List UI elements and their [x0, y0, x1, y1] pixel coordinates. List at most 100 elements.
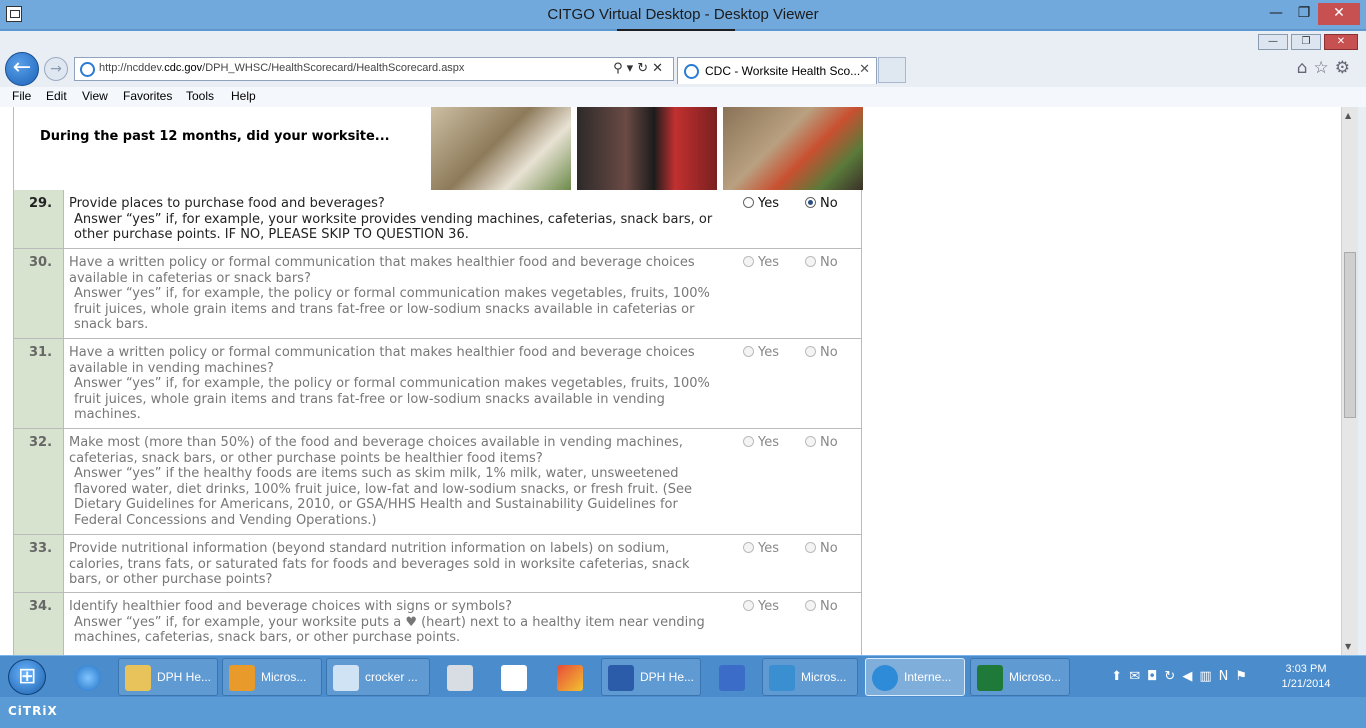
question-30-row: 30. Have a written policy or formal comm… [13, 249, 862, 339]
q31-yes-radio[interactable] [743, 346, 754, 357]
q29-yes-option[interactable]: Yes [743, 196, 779, 211]
question-number: 33. [29, 541, 53, 556]
taskbar-item-notepad[interactable]: crocker ... [326, 658, 430, 696]
q33-no-radio[interactable] [805, 542, 816, 553]
start-button[interactable] [8, 659, 46, 695]
q31-no-radio[interactable] [805, 346, 816, 357]
clock-time: 3:03 PM [1285, 663, 1327, 675]
vertical-scrollbar[interactable]: ▲ ▼ [1341, 107, 1358, 655]
browser-window: — ❐ ✕ ← → http://ncddev.cdc.gov/DPH_WHSC… [0, 31, 1366, 655]
tray-icons: ⬆✉◘↻◀▥N⚑ [1111, 669, 1254, 684]
q34-yes-radio[interactable] [743, 600, 754, 611]
q32-yes-radio[interactable] [743, 436, 754, 447]
mail-icon[interactable]: ✉ [1129, 669, 1147, 684]
clock[interactable]: 3:03 PM 1/21/2014 [1266, 662, 1346, 692]
blank-document-pinned-button[interactable] [492, 658, 534, 696]
search-icon[interactable]: ⚲ [613, 61, 627, 76]
outer-maximize-button[interactable]: ❐ [1290, 3, 1318, 25]
menu-favorites[interactable]: Favorites [123, 89, 172, 103]
q33-no-option[interactable]: No [805, 541, 838, 556]
visio-pinned-button[interactable] [710, 658, 756, 696]
stop-icon[interactable]: ✕ [652, 61, 667, 76]
forward-button[interactable]: → [44, 57, 68, 81]
question-text: Provide places to purchase food and beve… [69, 196, 719, 243]
scroll-thumb[interactable] [1344, 252, 1356, 418]
q29-no-option[interactable]: No [805, 196, 838, 211]
q29-no-radio[interactable] [805, 197, 816, 208]
q30-yes-radio[interactable] [743, 256, 754, 267]
folder-icon [125, 665, 151, 691]
sync-icon[interactable]: ↻ [1164, 669, 1182, 684]
citrix-bar: CiTRiX [0, 697, 1366, 728]
flag-icon[interactable]: ⚑ [1235, 669, 1254, 684]
new-tab-button[interactable] [878, 57, 906, 83]
calculator-pinned-button[interactable] [438, 658, 480, 696]
taskbar-item-internet-explorer[interactable]: Interne... [865, 658, 965, 696]
address-tools[interactable]: ⚲▾↻✕ [613, 61, 667, 76]
question-29-row: 29. Provide places to purchase food and … [13, 190, 862, 249]
outer-window-title: CITGO Virtual Desktop - Desktop Viewer [547, 6, 819, 23]
tab-page-icon [684, 64, 699, 79]
update-icon[interactable]: ⬆ [1111, 669, 1129, 684]
menu-help[interactable]: Help [231, 89, 256, 103]
scroll-down-arrow[interactable]: ▼ [1345, 642, 1351, 651]
section-question: During the past 12 months, did your work… [40, 129, 390, 144]
tools-pinned-button[interactable] [548, 658, 594, 696]
visio-icon [719, 665, 745, 691]
browser-restore-button[interactable]: ❐ [1291, 34, 1321, 50]
tab-title: CDC - Worksite Health Sco... [705, 64, 861, 78]
browser-close-button[interactable]: ✕ [1324, 34, 1358, 50]
q32-no-option[interactable]: No [805, 435, 838, 450]
browser-minimize-button[interactable]: — [1258, 34, 1288, 50]
scroll-up-arrow[interactable]: ▲ [1345, 111, 1351, 120]
q30-no-radio[interactable] [805, 256, 816, 267]
question-number-cell: 33. [14, 535, 64, 592]
back-button[interactable]: ← [5, 52, 39, 86]
taskbar: DPH He... Micros... crocker ... DPH He..… [0, 655, 1366, 697]
browser-tab[interactable]: CDC - Worksite Health Sco... ✕ [677, 57, 877, 84]
onenote-icon[interactable]: N [1219, 669, 1236, 684]
question-text: Identify healthier food and beverage cho… [69, 599, 719, 646]
q32-no-radio[interactable] [805, 436, 816, 447]
q31-yes-option[interactable]: Yes [743, 345, 779, 360]
q34-yes-option[interactable]: Yes [743, 599, 779, 614]
taskbar-item-word[interactable]: DPH He... [601, 658, 701, 696]
ie-pinned-button[interactable] [64, 658, 114, 696]
refresh-icon[interactable]: ↻ [637, 61, 652, 76]
home-icon[interactable]: ⌂ [1297, 58, 1314, 78]
close-tab-icon[interactable]: ✕ [859, 62, 870, 77]
menu-file[interactable]: File [12, 89, 31, 103]
q33-yes-radio[interactable] [743, 542, 754, 553]
question-number: 30. [29, 255, 53, 270]
clock-date: 1/21/2014 [1281, 678, 1331, 690]
q29-yes-radio[interactable] [743, 197, 754, 208]
taskbar-item-folder[interactable]: DPH He... [118, 658, 218, 696]
address-bar[interactable]: http://ncddev.cdc.gov/DPH_WHSC/HealthSco… [74, 57, 674, 81]
ie-icon [872, 665, 898, 691]
gear-icon[interactable]: ⚙ [1335, 58, 1356, 78]
question-hint: Answer “yes” if, for example, your works… [74, 614, 705, 646]
q30-no-option[interactable]: No [805, 255, 838, 270]
taskbar-item-excel[interactable]: Microso... [970, 658, 1070, 696]
outer-close-button[interactable]: ✕ [1318, 3, 1360, 25]
question-text: Have a written policy or formal communic… [69, 255, 719, 333]
q34-no-option[interactable]: No [805, 599, 838, 614]
q30-yes-option[interactable]: Yes [743, 255, 779, 270]
taskbar-item-lync[interactable]: Micros... [762, 658, 858, 696]
q31-no-option[interactable]: No [805, 345, 838, 360]
menu-view[interactable]: View [82, 89, 108, 103]
question-title: Make most (more than 50%) of the food an… [69, 435, 683, 466]
outer-minimize-button[interactable]: — [1262, 3, 1290, 25]
q34-no-radio[interactable] [805, 600, 816, 611]
menu-edit[interactable]: Edit [46, 89, 67, 103]
audio-icon[interactable]: ◀ [1182, 669, 1199, 684]
network-icon[interactable]: ▥ [1199, 669, 1218, 684]
menu-tools[interactable]: Tools [186, 89, 214, 103]
q32-yes-option[interactable]: Yes [743, 435, 779, 450]
url-text[interactable]: http://ncddev.cdc.gov/DPH_WHSC/HealthSco… [99, 62, 464, 74]
taskbar-item-outlook[interactable]: Micros... [222, 658, 322, 696]
q33-yes-option[interactable]: Yes [743, 541, 779, 556]
outlook-tray-icon[interactable]: ◘ [1147, 669, 1164, 684]
favorites-star-icon[interactable]: ☆ [1314, 58, 1335, 78]
dropdown-icon[interactable]: ▾ [627, 61, 638, 76]
